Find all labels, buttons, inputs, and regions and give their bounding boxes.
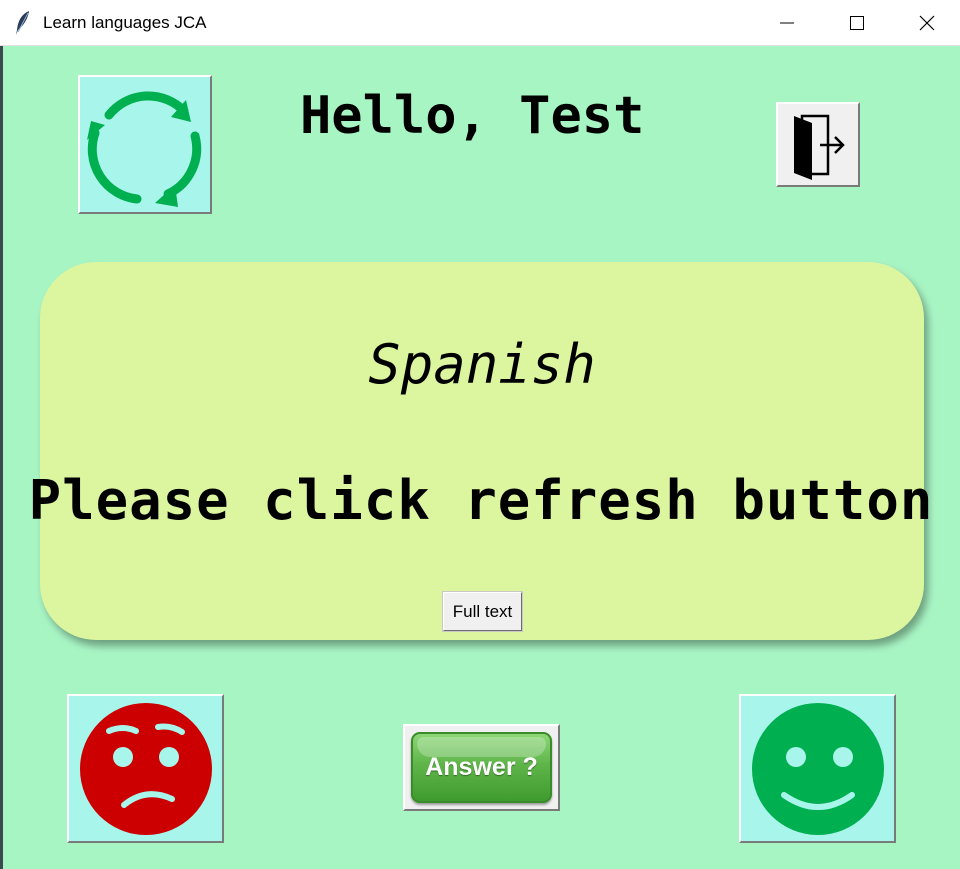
app-window: Learn languages JCA Hello, Test Spanish … <box>0 0 960 869</box>
answer-button-face: Answer ? <box>411 732 552 803</box>
window-title: Learn languages JCA <box>43 13 207 32</box>
logout-button[interactable] <box>776 102 860 187</box>
close-icon <box>919 15 935 31</box>
flashcard <box>40 262 924 640</box>
sad-face-icon <box>79 702 212 835</box>
answer-button[interactable]: Answer ? <box>403 724 560 811</box>
minimize-icon <box>780 22 794 24</box>
refresh-arrows-icon <box>87 90 202 207</box>
close-button[interactable] <box>892 0 960 46</box>
refresh-button[interactable] <box>78 75 212 214</box>
maximize-button[interactable] <box>822 0 892 46</box>
window-edge <box>0 46 3 869</box>
minimize-button[interactable] <box>752 0 822 46</box>
answer-label: Answer ? <box>425 753 538 781</box>
correct-answer-button[interactable] <box>739 694 896 843</box>
exit-door-icon <box>794 114 845 180</box>
wrong-answer-button[interactable] <box>67 694 224 843</box>
happy-face-icon <box>751 702 884 835</box>
greeting-title: Hello, Test <box>300 86 645 146</box>
full-text-button[interactable]: Full text <box>442 591 523 632</box>
maximize-icon <box>850 16 864 30</box>
feather-icon <box>16 11 29 35</box>
phrase-text: Please click refresh button <box>28 469 934 532</box>
title-bar[interactable]: Learn languages JCA <box>0 0 960 46</box>
language-label: Spanish <box>368 333 596 396</box>
